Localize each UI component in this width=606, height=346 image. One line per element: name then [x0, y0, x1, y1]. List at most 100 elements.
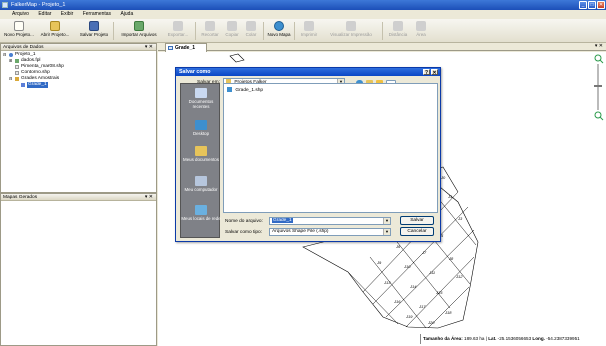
colar-button[interactable]: Colar	[242, 20, 260, 42]
place-recent-documents[interactable]: Documentos recentes	[181, 88, 221, 109]
file-list[interactable]: Grade_1.shp	[223, 83, 438, 213]
places-bar: Documentos recentes Desktop Meus documen…	[180, 83, 221, 238]
grid-icon	[21, 83, 25, 87]
minimize-button[interactable]: _	[579, 1, 587, 9]
novo-mapa-button[interactable]: Novo Mapa	[266, 20, 292, 42]
grid-label: J19	[405, 314, 413, 319]
filetype-label: Salvar como tipo:	[225, 230, 263, 235]
grid-label: J16	[393, 299, 401, 304]
menu-ajuda[interactable]: Ajuda	[116, 10, 137, 19]
importar-arquivos-button[interactable]: Importar Arquivos	[116, 20, 162, 42]
zoom-slider[interactable]	[591, 52, 606, 122]
globe-icon	[274, 21, 284, 31]
area-label: Área	[416, 32, 426, 37]
grid-label: J7	[421, 250, 427, 255]
visualizar-impressao-button[interactable]: Visualizar Impressão	[322, 20, 380, 42]
menu-exibir[interactable]: Exibir	[57, 10, 78, 19]
project-icon	[9, 53, 13, 57]
shape-file-icon	[15, 71, 19, 75]
filename-input[interactable]: Grade_1 ▼	[269, 217, 391, 225]
maximize-button[interactable]: □	[588, 1, 596, 9]
toolbar-separator	[195, 22, 196, 40]
novo-projeto-button[interactable]: Novo Projeto...	[2, 20, 36, 42]
file-name: Grade_1.shp	[235, 87, 264, 93]
distancia-button[interactable]: Distância	[385, 20, 411, 42]
shape-file-icon	[15, 65, 19, 69]
dialog-close-button[interactable]: ✕	[431, 69, 438, 76]
exportar-button[interactable]: Exportar...	[164, 20, 192, 42]
zoom-thumb	[594, 85, 602, 87]
recortar-button[interactable]: Recortar	[198, 20, 222, 42]
desktop-icon	[195, 120, 207, 130]
tab-grade-1[interactable]: Grade_1	[165, 43, 207, 52]
tab-close-icon[interactable]: ▾ ✕	[595, 43, 603, 49]
save-as-dialog: Salvar como ? ✕ Salvar em: Projetos Falk…	[175, 67, 441, 242]
lng-value: -54.2387339951	[546, 336, 580, 341]
grid-label: J17	[418, 304, 426, 309]
panel-pin-close-icon[interactable]: ▾ ✕	[145, 44, 153, 51]
area-icon	[416, 21, 426, 31]
copiar-label: Copiar	[225, 32, 239, 37]
tree-item-grade-1[interactable]: Grade_1	[1, 82, 156, 88]
area-button[interactable]: Área	[412, 20, 430, 42]
grid-label: J6	[395, 244, 401, 249]
salvar-projeto-label: Salvar Projeto	[79, 32, 109, 37]
dialog-title-bar: Salvar como ? ✕	[176, 68, 440, 76]
menu-arquivo[interactable]: Arquivo	[8, 10, 33, 19]
my-documents-icon	[195, 146, 207, 156]
grid-label: J3	[457, 216, 463, 221]
shape-file-icon	[227, 87, 232, 92]
title-bar: FalkerMap - Projeto_1 _ □ ✕	[0, 0, 606, 10]
database-icon	[15, 59, 19, 63]
export-icon	[173, 21, 183, 31]
abrir-projeto-label: Abrir Projeto...	[40, 32, 70, 37]
menu-bar: Arquivo Editar Exibir Ferramentas Ajuda	[0, 10, 606, 19]
data-files-panel: Arquivos de Dados ▾ ✕ ⊟ Projeto_1 ⊞ dado…	[0, 43, 157, 193]
toolbar-separator	[113, 22, 114, 40]
scissors-icon	[205, 21, 215, 31]
copy-icon	[227, 21, 237, 31]
tab-label: Grade_1	[175, 45, 196, 51]
dialog-title: Salvar como	[179, 69, 211, 75]
place-my-documents[interactable]: Meus documentos	[181, 146, 221, 162]
place-my-computer[interactable]: Meu computador	[181, 176, 221, 192]
file-item[interactable]: Grade_1.shp	[227, 87, 263, 93]
salvar-projeto-button[interactable]: Salvar Projeto	[76, 20, 112, 42]
generated-maps-title: Mapas Gerados	[3, 195, 38, 200]
place-label: Documentos recentes	[188, 99, 214, 109]
help-button[interactable]: ?	[423, 69, 430, 76]
panel-pin-close-icon[interactable]: ▾ ✕	[145, 194, 153, 201]
import-icon	[134, 21, 144, 31]
grid-label: J15	[435, 290, 443, 295]
filetype-dropdown[interactable]: Arquivos Shape File (.shp) ▼	[269, 228, 391, 236]
save-button[interactable]: Salvar	[400, 216, 434, 225]
data-files-tree: ⊟ Projeto_1 ⊞ dados.fpl Pimenta_mar08.sh…	[1, 51, 156, 88]
open-folder-icon	[50, 21, 60, 31]
place-desktop[interactable]: Desktop	[181, 120, 221, 136]
menu-editar[interactable]: Editar	[34, 10, 55, 19]
data-files-title: Arquivos de Dados	[3, 45, 44, 50]
area-value: 189.63 ha	[464, 336, 485, 341]
copiar-button[interactable]: Copiar	[223, 20, 241, 42]
grid-label: J8	[448, 256, 454, 261]
lat-label: Lat.	[488, 336, 497, 341]
map-tab-icon	[168, 46, 173, 50]
close-window-button[interactable]: ✕	[597, 1, 605, 9]
imprimir-button[interactable]: Imprimir	[297, 20, 321, 42]
abrir-projeto-button[interactable]: Abrir Projeto...	[37, 20, 73, 42]
print-preview-icon	[346, 21, 356, 31]
toolbar-separator	[263, 22, 264, 40]
app-icon	[2, 2, 8, 8]
toolbar-separator	[382, 22, 383, 40]
toolbar: Novo Projeto... Abrir Projeto... Salvar …	[0, 19, 606, 43]
place-label: Meus documentos	[183, 157, 219, 162]
place-network[interactable]: Meus locais de rede	[181, 205, 221, 221]
zoom-control	[591, 52, 606, 122]
cancel-button[interactable]: Cancelar	[400, 227, 434, 236]
status-bar: Tamanho da Área: 189.63 ha | Lat. -25.15…	[420, 334, 606, 344]
menu-ferramentas[interactable]: Ferramentas	[79, 10, 115, 19]
imprimir-label: Imprimir	[300, 32, 318, 37]
document-tab-strip: ▾ ✕	[158, 43, 606, 51]
toolbar-separator	[294, 22, 295, 40]
data-files-header: Arquivos de Dados ▾ ✕	[1, 44, 156, 51]
